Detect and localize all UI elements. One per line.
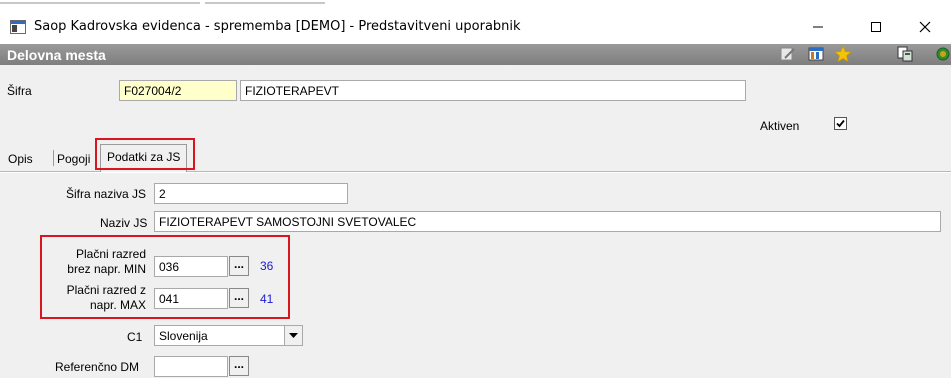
window-title: Saop Kadrovska evidenca - sprememba [DEM… <box>34 19 521 34</box>
chevron-down-icon <box>289 332 298 338</box>
max-label-line1: Plačni razred z <box>66 283 146 297</box>
export-icon[interactable] <box>897 46 913 62</box>
exit-icon[interactable] <box>935 46 951 62</box>
sifra-naziva-js-label: Šifra naziva JS <box>66 187 147 201</box>
columns-icon[interactable] <box>808 46 824 62</box>
maximize-icon <box>871 22 881 32</box>
max-ellipsis-button[interactable]: ... <box>229 288 249 308</box>
sifra-name-field[interactable]: FIZIOTERAPEVT <box>240 80 746 101</box>
edit-icon[interactable] <box>780 46 796 62</box>
c1-dropdown-button[interactable] <box>284 326 302 345</box>
sifra-label: Šifra <box>7 84 32 98</box>
min-ellipsis-button[interactable]: ... <box>229 256 249 276</box>
c1-label: C1 <box>127 330 143 344</box>
max-salary-class-field[interactable]: 041 <box>154 288 228 309</box>
naziv-js-field[interactable]: FIZIOTERAPEVT SAMOSTOJNI SVETOVALEC <box>154 211 941 232</box>
min-label: Plačni razred brez napr. MIN <box>47 247 146 277</box>
referencno-dm-label: Referenčno DM <box>55 360 140 374</box>
sifra-code-field[interactable]: F027004/2 <box>119 80 237 101</box>
top-strip <box>0 0 951 10</box>
tab-opis[interactable]: Opis <box>8 152 33 166</box>
star-icon[interactable] <box>834 44 852 63</box>
close-icon <box>919 21 931 33</box>
checkmark-icon <box>836 119 845 128</box>
app-icon <box>10 20 26 34</box>
minimize-icon <box>813 26 823 28</box>
close-button[interactable] <box>905 14 945 40</box>
min-label-line1: Plačni razred <box>75 247 146 261</box>
max-salary-class-display: 41 <box>260 292 274 306</box>
referencno-ellipsis-button[interactable]: ... <box>229 356 249 376</box>
max-label-line2: napr. MAX <box>89 298 146 312</box>
maximize-button[interactable] <box>856 14 896 40</box>
c1-selected-value: Slovenija <box>159 329 208 343</box>
tab-pogoji[interactable]: Pogoji <box>57 152 90 166</box>
c1-select[interactable]: Slovenija <box>154 325 303 346</box>
min-label-line2: brez napr. MIN <box>67 262 146 276</box>
referencno-dm-field[interactable] <box>154 356 228 377</box>
tab-highlight-box <box>95 138 195 170</box>
header-form <box>0 65 951 146</box>
aktiven-checkbox[interactable] <box>834 117 847 130</box>
min-salary-class-display: 36 <box>260 259 274 273</box>
naziv-js-label: Naziv JS <box>100 216 148 230</box>
tab-separator <box>53 150 54 166</box>
sifra-naziva-js-field[interactable]: 2 <box>154 183 348 204</box>
aktiven-label: Aktiven <box>760 119 800 133</box>
section-title: Delovna mesta <box>7 47 106 63</box>
min-salary-class-field[interactable]: 036 <box>154 256 228 277</box>
max-label: Plačni razred z napr. MAX <box>47 283 146 313</box>
minimize-button[interactable] <box>798 14 838 40</box>
